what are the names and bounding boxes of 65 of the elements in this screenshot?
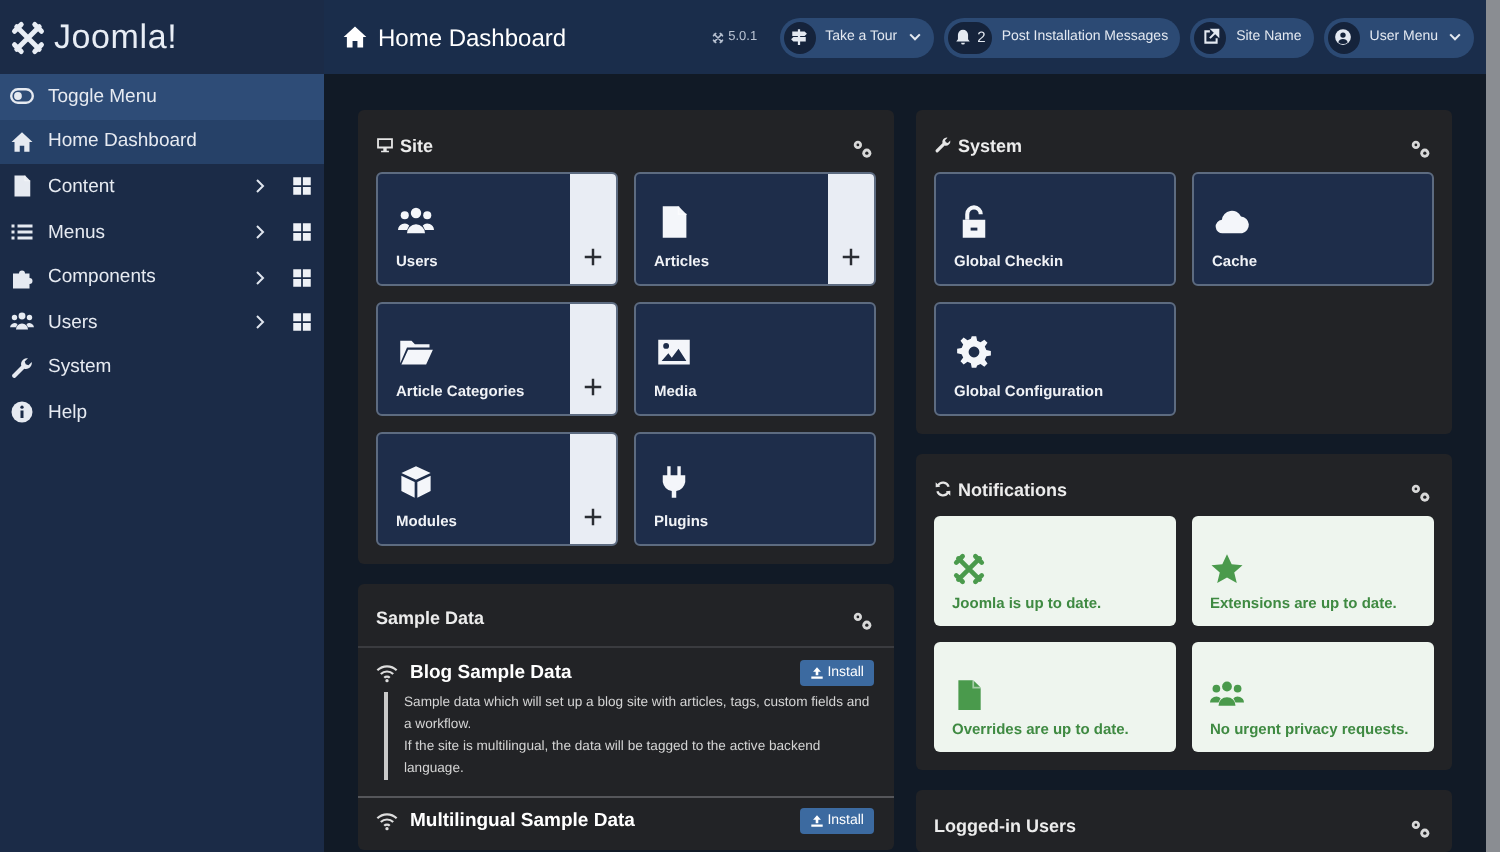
- upload-icon: [809, 666, 824, 680]
- header-icon: [953, 28, 972, 46]
- sidebar-item[interactable]: Components: [0, 255, 252, 300]
- tile-icon: [954, 334, 994, 370]
- module-icon: [934, 136, 952, 154]
- sample-title: Multilingual Sample Data: [410, 810, 637, 832]
- settings-icon: [1408, 818, 1432, 840]
- settings-icon: [1408, 482, 1432, 504]
- sidebar-item[interactable]: Content: [0, 164, 252, 209]
- grid-icon: [292, 312, 312, 333]
- tile-icon: [396, 464, 436, 500]
- status-icon: [952, 678, 986, 712]
- settings-icon: [850, 138, 874, 160]
- brand-name: Joomla!: [54, 17, 178, 57]
- scrollbar[interactable]: [1486, 0, 1500, 852]
- page-title: Home Dashboard: [378, 23, 569, 51]
- module-title: Notifications: [958, 479, 1070, 499]
- logo-icon: [10, 19, 46, 55]
- module-title: Sample Data: [376, 607, 487, 627]
- chevron-icon: [252, 312, 268, 333]
- settings-icon: [850, 610, 874, 632]
- chevron-down-icon: [1448, 30, 1462, 44]
- plus-icon: [840, 246, 862, 268]
- plus-icon: [582, 376, 604, 398]
- menu-item-icon: [10, 220, 34, 245]
- sidebar-item[interactable]: System: [0, 345, 312, 390]
- toggle-icon: [10, 84, 34, 109]
- menu-item-icon: [10, 310, 34, 335]
- settings-icon: [1408, 138, 1432, 160]
- chevron-icon: [252, 222, 268, 243]
- plus-icon: [582, 246, 604, 268]
- header-icon: [1334, 28, 1353, 46]
- sidebar-item[interactable]: Users: [0, 300, 252, 345]
- status-icon: [1210, 552, 1244, 586]
- chevron-down-icon: [907, 30, 922, 44]
- module-icon: [376, 136, 394, 154]
- header-icon: [790, 28, 809, 46]
- wifi-icon: [376, 662, 398, 684]
- grid-icon: [292, 267, 312, 288]
- sidebar-item[interactable]: Help: [0, 390, 312, 435]
- sidebar-item[interactable]: Menus: [0, 210, 252, 255]
- module-icon: [934, 480, 952, 498]
- home-icon: [342, 24, 368, 50]
- grid-icon: [292, 222, 312, 243]
- plus-icon: [582, 506, 604, 528]
- upload-icon: [809, 814, 824, 828]
- menu-item-icon: [10, 129, 34, 154]
- status-icon: [1210, 678, 1244, 712]
- module-title: Site: [400, 135, 436, 155]
- header-icon: [1201, 28, 1220, 46]
- tile-icon: [654, 334, 694, 370]
- chevron-icon: [252, 267, 268, 288]
- wifi-icon: [376, 810, 398, 832]
- menu-item-icon: [10, 265, 34, 290]
- menu-item-icon: [10, 355, 34, 380]
- chevron-icon: [252, 176, 268, 197]
- joomla-icon: [712, 31, 725, 43]
- status-icon: [952, 552, 986, 586]
- module-title: Logged-in Users: [934, 815, 1079, 835]
- grid-icon: [292, 176, 312, 197]
- toggle-menu-button[interactable]: Toggle Menu: [0, 74, 324, 120]
- module-title: System: [958, 135, 1025, 155]
- menu-item-icon: [10, 174, 34, 199]
- menu-item-icon: [10, 400, 34, 425]
- sample-title: Blog Sample Data: [410, 662, 574, 684]
